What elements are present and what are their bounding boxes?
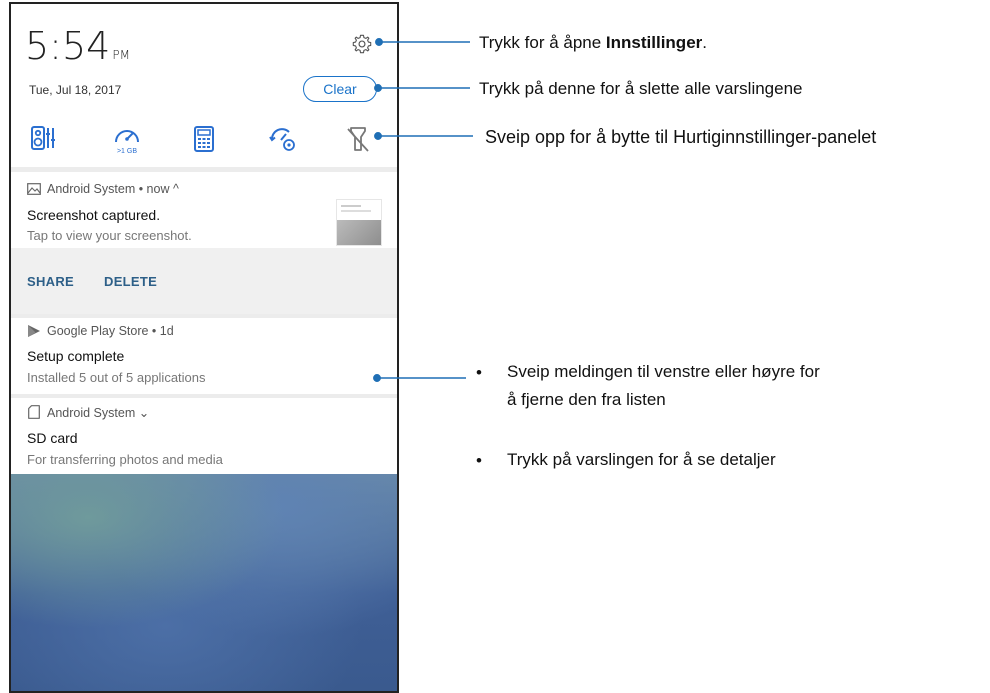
callout-clear: Trykk på denne for å slette alle varslin… bbox=[479, 79, 803, 98]
callout-tap: Trykk på varslingen for å se detaljer bbox=[507, 450, 776, 469]
callout-settings: Trykk for å åpne Innstillinger. bbox=[479, 33, 707, 52]
callout-dot bbox=[374, 84, 382, 92]
callout-lines bbox=[373, 38, 473, 382]
callout-quick-settings: Sveip opp for å bytte til Hurtiginnstill… bbox=[485, 127, 877, 147]
bullet: • bbox=[476, 363, 482, 382]
callout-swipe-line1: Sveip meldingen til venstre eller høyre … bbox=[507, 362, 820, 381]
callout-dot bbox=[374, 132, 382, 140]
bullet: • bbox=[476, 451, 482, 470]
callout-dot bbox=[375, 38, 383, 46]
callout-dot bbox=[373, 374, 381, 382]
callout-swipe-line2: å fjerne den fra listen bbox=[507, 390, 666, 409]
